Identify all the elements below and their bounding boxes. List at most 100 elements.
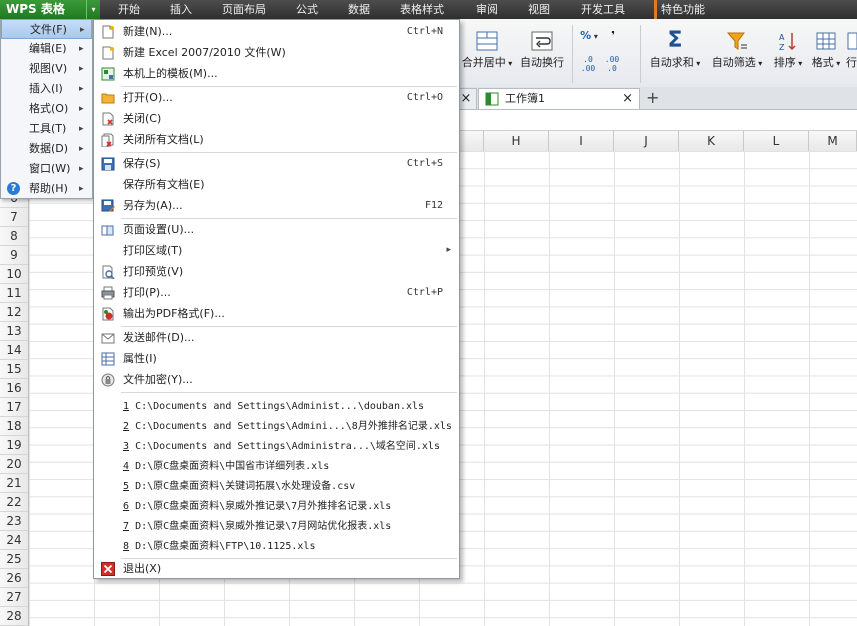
recent-file-6[interactable]: 6 D:\原C盘桌面资料\泉威外推记录\7月外推排名记录.xls bbox=[94, 496, 459, 517]
file-template[interactable]: 本机上的模板(M)... bbox=[94, 63, 459, 84]
recent-file-number: 1 bbox=[123, 401, 130, 412]
menubar-data[interactable]: 数据 bbox=[348, 0, 370, 19]
menubar-developer[interactable]: 开发工具 bbox=[581, 0, 625, 19]
file-save-all[interactable]: 保存所有文档(E) bbox=[94, 174, 459, 195]
recent-file-4[interactable]: 4 D:\原C盘桌面资料\中国省市详细列表.xls bbox=[94, 456, 459, 477]
menubar-view[interactable]: 视图 bbox=[528, 0, 550, 19]
menubar-page-layout[interactable]: 页面布局 bbox=[222, 0, 266, 19]
column-header-k[interactable]: K bbox=[679, 131, 744, 151]
menu-item-help[interactable]: ? 帮助(H) ▸ bbox=[1, 179, 92, 199]
recent-file-8[interactable]: 8 D:\原C盘桌面资料\FTP\10.1125.xls bbox=[94, 536, 459, 557]
close-icon[interactable]: × bbox=[461, 91, 472, 106]
auto-sum-button[interactable]: Σ 自动求和 ▾ bbox=[646, 30, 704, 70]
row-header[interactable]: 12 bbox=[0, 303, 28, 322]
tab-workbook1[interactable]: 工作簿1 × bbox=[478, 88, 640, 109]
file-new[interactable]: 新建(N)... Ctrl+N bbox=[94, 21, 459, 42]
row-header[interactable]: 8 bbox=[0, 227, 28, 246]
row-header[interactable]: 28 bbox=[0, 607, 28, 626]
percent-button[interactable]: % ▾ bbox=[578, 29, 600, 42]
file-page-setup[interactable]: 页面设置(U)... bbox=[94, 219, 459, 240]
row-header[interactable]: 26 bbox=[0, 569, 28, 588]
menu-item-window[interactable]: 窗口(W) ▸ bbox=[1, 159, 92, 179]
auto-sum-label: 自动求和 bbox=[649, 56, 694, 69]
menubar-formula[interactable]: 公式 bbox=[296, 0, 318, 19]
file-export-pdf[interactable]: 输出为PDF格式(F)... bbox=[94, 303, 459, 324]
row-header[interactable]: 16 bbox=[0, 379, 28, 398]
row-header[interactable]: 18 bbox=[0, 417, 28, 436]
file-close-all[interactable]: 关闭所有文档(L) bbox=[94, 129, 459, 150]
row-header[interactable]: 13 bbox=[0, 322, 28, 341]
auto-filter-button[interactable]: 自动筛选 ▾ bbox=[708, 31, 766, 70]
row-header[interactable]: 22 bbox=[0, 493, 28, 512]
file-encrypt[interactable]: 文件加密(Y)... bbox=[94, 369, 459, 390]
menubar-start[interactable]: 开始 bbox=[118, 0, 140, 19]
file-close[interactable]: 关闭(C) bbox=[94, 108, 459, 129]
row-header[interactable]: 24 bbox=[0, 531, 28, 550]
comma-style-button[interactable]: ❜ bbox=[604, 29, 622, 42]
recent-file-5[interactable]: 5 D:\原C盘桌面资料\关键词拓展\水处理设备.csv bbox=[94, 476, 459, 497]
menubar-table-style[interactable]: 表格样式 bbox=[400, 0, 444, 19]
sort-button[interactable]: A Z 排序 ▾ bbox=[770, 31, 806, 70]
row-header[interactable]: 7 bbox=[0, 208, 28, 227]
column-header-h[interactable]: H bbox=[484, 131, 549, 151]
row-header[interactable]: 27 bbox=[0, 588, 28, 607]
decrease-decimal-button[interactable]: .00 .0 bbox=[602, 55, 622, 73]
recent-file-7[interactable]: 7 D:\原C盘桌面资料\泉威外推记录\7月网站优化报表.xls bbox=[94, 516, 459, 537]
file-exit[interactable]: 退出(X) bbox=[94, 558, 459, 579]
menu-item-file[interactable]: 文件(F) ▸ bbox=[1, 19, 92, 39]
menubar-insert[interactable]: 插入 bbox=[170, 0, 192, 19]
menu-item-tools[interactable]: 工具(T) ▸ bbox=[1, 119, 92, 139]
chevron-down-icon[interactable]: ▾ bbox=[86, 0, 100, 19]
recent-file-1[interactable]: 1 C:\Documents and Settings\Administ...\… bbox=[94, 396, 459, 417]
close-document-icon bbox=[102, 112, 114, 126]
file-save-as[interactable]: 另存为(A)... F12 bbox=[94, 195, 459, 216]
file-new-excel[interactable]: 新建 Excel 2007/2010 文件(W) bbox=[94, 42, 459, 63]
menubar-review[interactable]: 审阅 bbox=[476, 0, 498, 19]
file-print-preview[interactable]: 打印预览(V) bbox=[94, 261, 459, 282]
menu-item-label: 文件(F) bbox=[30, 23, 67, 36]
row-header[interactable]: 11 bbox=[0, 284, 28, 303]
row-col-button[interactable]: 行 bbox=[846, 31, 857, 70]
file-properties[interactable]: 属性(I) bbox=[94, 348, 459, 369]
auto-filter-label: 自动筛选 bbox=[711, 56, 756, 69]
recent-file-2[interactable]: 2 C:\Documents and Settings\Admini...\8月… bbox=[94, 416, 459, 437]
menu-item-data[interactable]: 数据(D) ▸ bbox=[1, 139, 92, 159]
row-col-icon bbox=[847, 32, 857, 50]
row-header[interactable]: 10 bbox=[0, 265, 28, 284]
row-header[interactable]: 9 bbox=[0, 246, 28, 265]
row-header[interactable]: 19 bbox=[0, 436, 28, 455]
merge-center-button[interactable]: 合并居中 ▾ bbox=[461, 31, 513, 70]
file-open[interactable]: 打开(O)... Ctrl+O bbox=[94, 87, 459, 108]
row-header[interactable]: 20 bbox=[0, 455, 28, 474]
file-print-area[interactable]: 打印区域(T) ▸ bbox=[94, 240, 459, 261]
row-header[interactable]: 21 bbox=[0, 474, 28, 493]
row-header[interactable]: 23 bbox=[0, 512, 28, 531]
menu-item-insert[interactable]: 插入(I) ▸ bbox=[1, 79, 92, 99]
column-header-i[interactable]: I bbox=[549, 131, 614, 151]
row-header[interactable]: 14 bbox=[0, 341, 28, 360]
template-icon bbox=[101, 67, 115, 81]
row-header[interactable]: 17 bbox=[0, 398, 28, 417]
row-header[interactable]: 25 bbox=[0, 550, 28, 569]
menubar-special[interactable]: 特色功能 bbox=[654, 0, 705, 19]
close-icon[interactable]: × bbox=[622, 89, 633, 108]
app-logo-button[interactable]: WPS 表格 bbox=[0, 0, 86, 19]
add-tab-button[interactable]: + bbox=[646, 87, 659, 108]
recent-file-number: 8 bbox=[123, 541, 130, 552]
recent-file-path: D:\原C盘桌面资料\FTP\10.1125.xls bbox=[135, 541, 316, 552]
row-header[interactable]: 15 bbox=[0, 360, 28, 379]
menu-item-format[interactable]: 格式(O) ▸ bbox=[1, 99, 92, 119]
column-header-l[interactable]: L bbox=[744, 131, 809, 151]
format-button[interactable]: 格式 ▾ bbox=[808, 31, 844, 70]
menu-item-view[interactable]: 视图(V) ▸ bbox=[1, 59, 92, 79]
column-header-m[interactable]: M bbox=[809, 131, 857, 151]
file-print[interactable]: 打印(P)... Ctrl+P bbox=[94, 282, 459, 303]
encrypt-icon bbox=[101, 373, 115, 387]
column-header-j[interactable]: J bbox=[614, 131, 679, 151]
increase-decimal-button[interactable]: .0 .00 bbox=[578, 55, 598, 73]
menu-item-edit[interactable]: 编辑(E) ▸ bbox=[1, 39, 92, 59]
file-send-mail[interactable]: 发送邮件(D)... bbox=[94, 327, 459, 348]
file-save[interactable]: 保存(S) Ctrl+S bbox=[94, 153, 459, 174]
recent-file-3[interactable]: 3 C:\Documents and Settings\Administra..… bbox=[94, 436, 459, 457]
auto-wrap-button[interactable]: 自动换行 bbox=[516, 31, 568, 70]
